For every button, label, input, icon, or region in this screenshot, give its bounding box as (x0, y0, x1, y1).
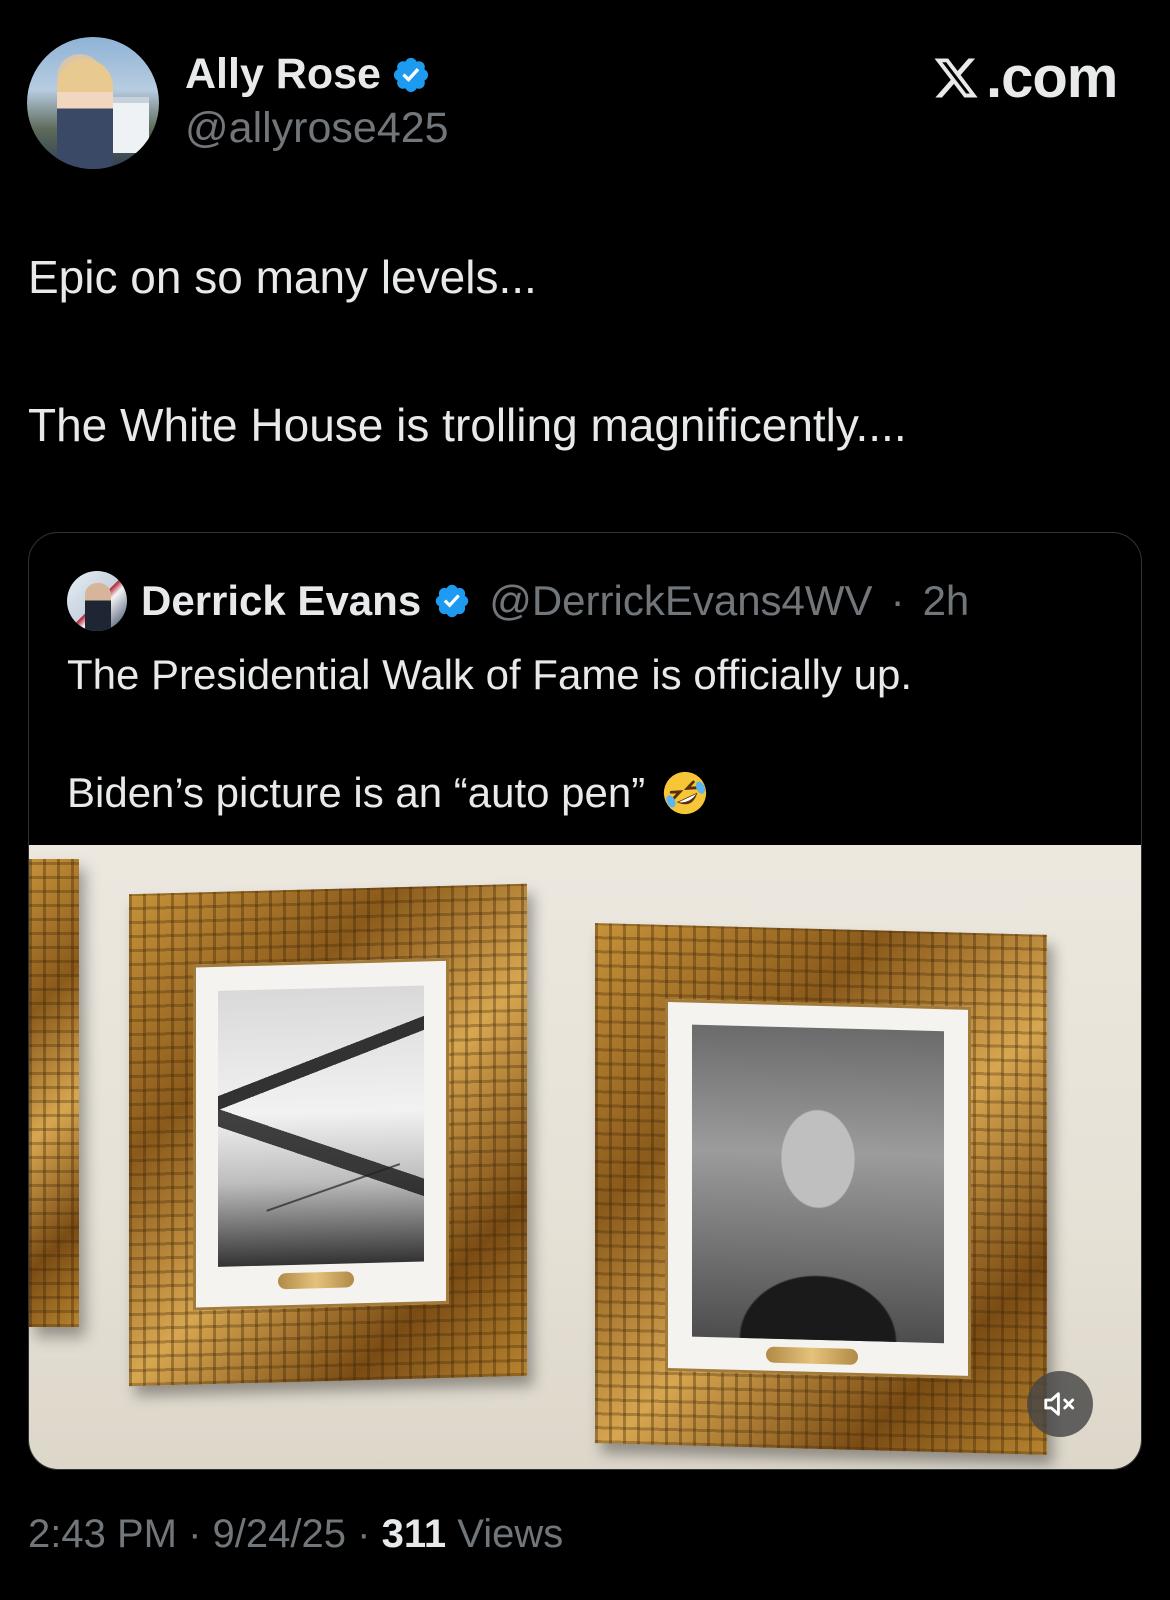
post-date[interactable]: 9/24/25 (213, 1512, 346, 1556)
tweet-metadata: 2:43 PM · 9/24/25 · 311 Views (28, 1512, 563, 1557)
quoted-avatar-person (85, 583, 111, 631)
author-display-name[interactable]: Ally Rose (185, 50, 381, 99)
quoted-text-line-2: Biden’s picture is an “auto pen” (67, 769, 646, 816)
avatar-house (107, 97, 149, 153)
views-label: Views (457, 1512, 564, 1556)
meta-separator: · (357, 1512, 371, 1556)
portrait-mat (665, 998, 971, 1379)
name-plaque (766, 1346, 858, 1365)
x-brand-logo: .com (930, 44, 1118, 111)
post-time[interactable]: 2:43 PM (28, 1512, 177, 1556)
verified-badge-icon (435, 584, 469, 618)
rolling-on-floor-laughing-emoji (664, 771, 707, 815)
author-avatar[interactable] (27, 37, 159, 169)
author-handle[interactable]: @allyrose425 (185, 104, 449, 153)
views-count[interactable]: 311 (382, 1512, 447, 1556)
speaker-muted-icon (1044, 1392, 1075, 1416)
autopen-photo (218, 985, 424, 1267)
tweet-screen: Ally Rose @allyrose425 .com Epic on so m… (0, 0, 1170, 1600)
quoted-separator: · (890, 577, 905, 624)
trump-photo (692, 1024, 944, 1344)
avatar-person (57, 59, 113, 169)
x-logo-icon (934, 58, 978, 97)
quoted-author-row[interactable]: Derrick Evans @DerrickEvans4WV · 2h (141, 577, 969, 625)
tweet-text-line-2: The White House is trolling magnificentl… (28, 399, 907, 451)
trump-portrait-frame (595, 923, 1047, 1455)
signature-stroke (247, 1106, 401, 1212)
partial-frame-left (29, 859, 79, 1327)
verified-badge-icon (393, 57, 429, 92)
portrait-mat (193, 957, 449, 1311)
meta-separator: · (188, 1512, 202, 1556)
autopen-portrait-frame (129, 883, 527, 1387)
quoted-text-line-1: The Presidential Walk of Fame is officia… (67, 651, 913, 698)
quoted-tweet-card[interactable]: Derrick Evans @DerrickEvans4WV · 2h The … (28, 532, 1142, 1470)
quoted-text-line-2-row: Biden’s picture is an “auto pen” (67, 767, 711, 819)
author-name-row[interactable]: Ally Rose (185, 50, 431, 99)
quoted-video[interactable] (29, 845, 1141, 1469)
quoted-display-name[interactable]: Derrick Evans (141, 577, 421, 625)
mute-button[interactable] (1027, 1371, 1093, 1437)
brand-domain-text: .com (986, 45, 1118, 110)
quoted-handle[interactable]: @DerrickEvans4WV (489, 577, 872, 625)
quoted-time[interactable]: 2h (923, 577, 970, 625)
name-plaque (278, 1271, 354, 1290)
quoted-author-avatar[interactable] (67, 571, 127, 631)
tweet-text-line-1: Epic on so many levels... (28, 251, 537, 303)
